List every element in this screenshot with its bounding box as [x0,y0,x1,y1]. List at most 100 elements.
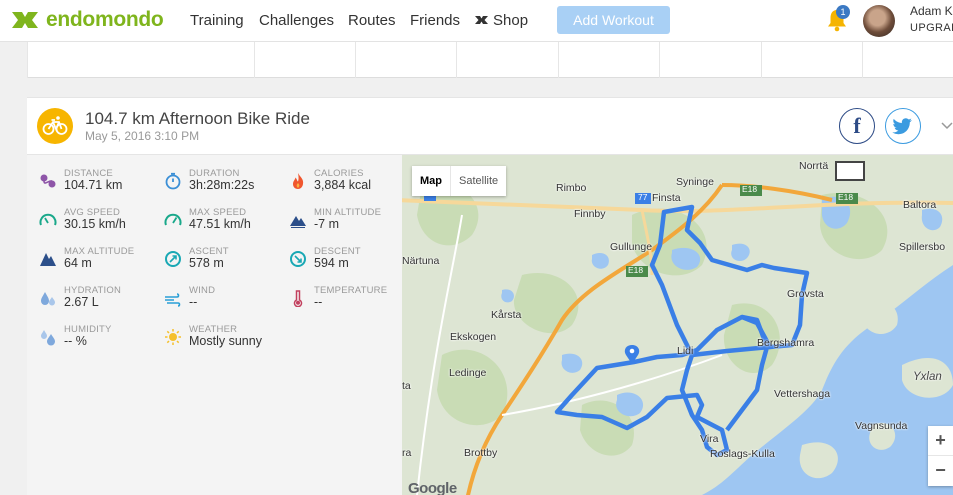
stat-value: -- [314,295,323,309]
map-label: Syninge [676,176,714,188]
stat-value: Mostly sunny [189,334,262,348]
notification-badge: 1 [836,5,850,19]
google-attribution: Google [408,480,457,495]
strip-cell [761,42,762,78]
workout-title: 104.7 km Afternoon Bike Ride [85,109,310,128]
stat-ascent: ASCENT 578 m [164,246,289,282]
stat-value: 3h:28m:22s [189,178,255,192]
map-label: Finsta [652,192,681,204]
stat-value: 104.71 km [64,178,123,192]
stat-max-speed: MAX SPEED 47.51 km/h [164,207,289,243]
stopwatch-icon [165,172,181,190]
stat-calories: CALORIES 3,884 kcal [289,168,414,204]
stat-value: 3,884 kcal [314,178,371,192]
map-label: Finnby [574,208,606,220]
map-label: Rimbo [556,182,587,194]
descent-icon [290,251,306,267]
road-label: E18 [628,265,644,275]
ascent-icon [165,251,181,267]
stat-temperature: TEMPERATURE -- [289,285,414,321]
nav-routes[interactable]: Routes [348,12,396,29]
route-map[interactable]: Norrtä Rimbo Finsta Syninge Baltora Finn… [402,155,953,495]
stat-value: 2.67 L [64,295,99,309]
map-canvas[interactable] [402,155,953,495]
map-label: Vira [700,433,719,445]
road-label: E18 [838,192,854,202]
strip-cell [659,42,660,78]
mountain-icon [40,253,56,266]
wind-icon [165,293,181,307]
map-label: Vagnsunda [855,420,908,432]
map-label: Roslags-Kulla [710,448,775,460]
map-label: Baltora [903,199,937,211]
sun-icon [165,329,181,345]
road-label: 77 [638,192,648,202]
strip-cell [456,42,457,78]
stat-hydration: HYDRATION 2.67 L [39,285,164,321]
chevron-down-icon[interactable] [940,118,953,132]
nav-shop[interactable]: Shop [474,12,528,29]
nav-shop-label: Shop [493,12,529,29]
workout-card: 104.7 km Afternoon Bike Ride May 5, 2016… [27,97,953,495]
strip-cell [558,42,559,78]
stat-value: -- % [64,334,87,348]
satellite-view-button[interactable]: Satellite [450,166,506,196]
map-label: ra [402,447,412,459]
workout-stats: DISTANCE 104.71 km DURATION 3h:28m:22s C… [27,155,402,495]
upgrade-link[interactable]: UPGRAD [910,22,953,34]
map-label: Norrtä [799,160,829,172]
fullscreen-button[interactable] [835,161,865,181]
map-label: Kårsta [491,309,522,321]
map-label: Gullunge [610,241,653,253]
thermometer-icon [293,290,303,307]
speedometer-icon [39,213,57,226]
twitter-share-button[interactable] [885,108,921,144]
map-label: Vettershaga [774,388,831,400]
route-icon [40,174,56,188]
user-name[interactable]: Adam Ka [910,4,953,18]
facebook-share-button[interactable]: f [839,108,875,144]
under-armour-icon [475,16,488,24]
stat-wind: WIND -- [164,285,289,321]
map-label: ta [402,380,411,392]
zoom-control: + − [928,426,953,486]
zoom-out-button[interactable]: − [928,456,953,486]
stat-descent: DESCENT 594 m [289,246,414,282]
stat-value: 64 m [64,256,92,270]
map-label: Bergshamra [757,337,815,349]
stat-avg-speed: AVG SPEED 30.15 km/h [39,207,164,243]
zoom-in-button[interactable]: + [928,426,953,456]
stat-distance: DISTANCE 104.71 km [39,168,164,204]
summary-strip [27,42,953,78]
twitter-icon [891,118,912,135]
stat-value: -- [189,295,198,309]
stat-value: 578 m [189,256,224,270]
stat-label: TEMPERATURE [314,285,388,296]
top-navigation: endomondo Training Challenges Routes Fri… [0,0,953,42]
speedometer-icon [164,213,182,226]
stat-humidity: HUMIDITY -- % [39,324,164,360]
add-workout-button[interactable]: Add Workout [557,6,670,34]
strip-cell [862,42,863,78]
map-type-toggle: Map Satellite [412,166,507,196]
stat-duration: DURATION 3h:28m:22s [164,168,289,204]
stat-value: 30.15 km/h [64,217,126,231]
mountain-icon [290,216,306,228]
endomondo-logo[interactable]: endomondo [10,8,164,32]
humidity-icon [41,330,55,346]
avatar[interactable] [863,5,895,37]
stat-value: -7 m [314,217,339,231]
workout-datetime: May 5, 2016 3:10 PM [85,129,200,143]
map-view-button[interactable]: Map [412,166,450,196]
water-drops-icon [41,292,55,306]
map-label: Spillersbo [899,241,946,253]
map-label: Grovsta [787,288,824,300]
map-label: Yxlan [913,371,942,383]
nav-training[interactable]: Training [190,12,244,29]
strip-cell [27,42,28,78]
nav-challenges[interactable]: Challenges [259,12,334,29]
map-label: Ledinge [449,367,487,379]
workout-header: 104.7 km Afternoon Bike Ride May 5, 2016… [27,98,953,155]
nav-friends[interactable]: Friends [410,12,460,29]
map-label: Ekskogen [450,331,497,343]
